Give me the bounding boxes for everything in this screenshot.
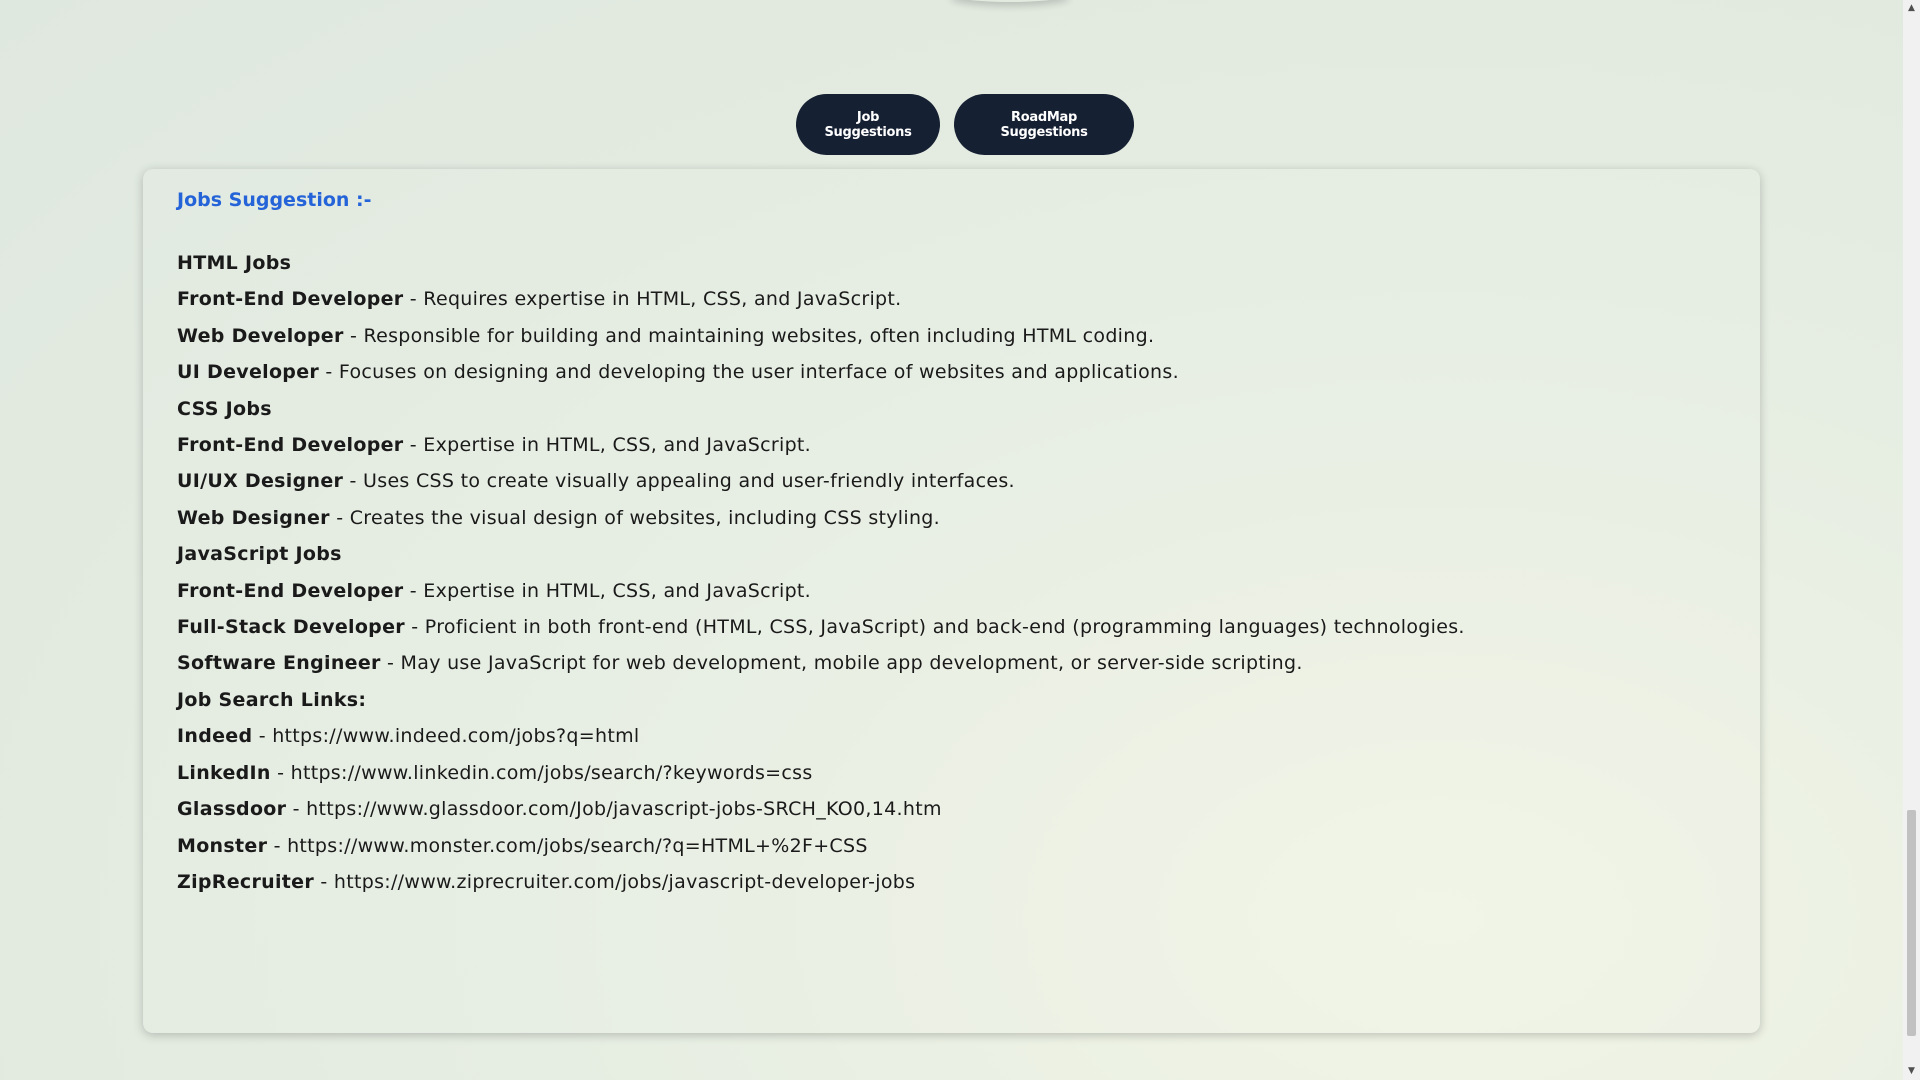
job-link-item: LinkedIn - https://www.linkedin.com/jobs… (177, 761, 813, 784)
job-link-url: - https://www.glassdoor.com/Job/javascri… (286, 798, 942, 821)
job-link-item: Monster - https://www.monster.com/jobs/s… (177, 834, 868, 857)
job-suggestions-button[interactable]: Job Suggestions (796, 94, 940, 155)
suggestion-buttons: Job Suggestions RoadMap Suggestions (0, 94, 1900, 155)
roadmap-suggestions-button[interactable]: RoadMap Suggestions (954, 94, 1134, 155)
job-item: Full-Stack Developer - Proficient in bot… (177, 616, 1465, 639)
job-link-url: - https://www.monster.com/jobs/search/?q… (267, 834, 868, 857)
job-link-item: Glassdoor - https://www.glassdoor.com/Jo… (177, 798, 942, 821)
job-link-url: - https://www.indeed.com/jobs?q=html (252, 725, 640, 748)
job-item: Front-End Developer - Requires expertise… (177, 288, 902, 311)
job-link-item: Indeed - https://www.indeed.com/jobs?q=h… (177, 725, 640, 748)
section-heading-html: HTML Jobs (177, 252, 292, 274)
page-scrollbar[interactable]: ▲ ▼ (1903, 0, 1920, 1080)
job-link-url: - https://www.linkedin.com/jobs/search/?… (270, 761, 813, 784)
job-item: UI/UX Designer - Uses CSS to create visu… (177, 470, 1015, 493)
job-item: Software Engineer - May use JavaScript f… (177, 652, 1303, 675)
job-link-url: - https://www.ziprecruiter.com/jobs/java… (314, 870, 916, 893)
job-item: Front-End Developer - Expertise in HTML,… (177, 434, 812, 457)
job-link-item: ZipRecruiter - https://www.ziprecruiter.… (177, 870, 916, 893)
section-heading-css: CSS Jobs (177, 397, 272, 420)
scrollbar-thumb[interactable] (1907, 810, 1916, 1036)
job-item: UI Developer - Focuses on designing and … (177, 361, 1179, 384)
job-item: Web Designer - Creates the visual design… (177, 506, 941, 529)
scroll-up-icon[interactable]: ▲ (1903, 0, 1920, 17)
section-heading-javascript: JavaScript Jobs (177, 543, 342, 566)
section-heading-links: Job Search Links: (177, 688, 367, 711)
scroll-down-icon[interactable]: ▼ (1903, 1063, 1920, 1080)
jobs-suggestion-card: Jobs Suggestion :- HTML Jobs Front-End D… (143, 169, 1760, 1033)
job-item: Web Developer - Responsible for building… (177, 324, 1155, 347)
top-element-shadow (950, 0, 1070, 2)
card-title: Jobs Suggestion :- (177, 189, 372, 211)
job-item: Front-End Developer - Expertise in HTML,… (177, 579, 812, 602)
